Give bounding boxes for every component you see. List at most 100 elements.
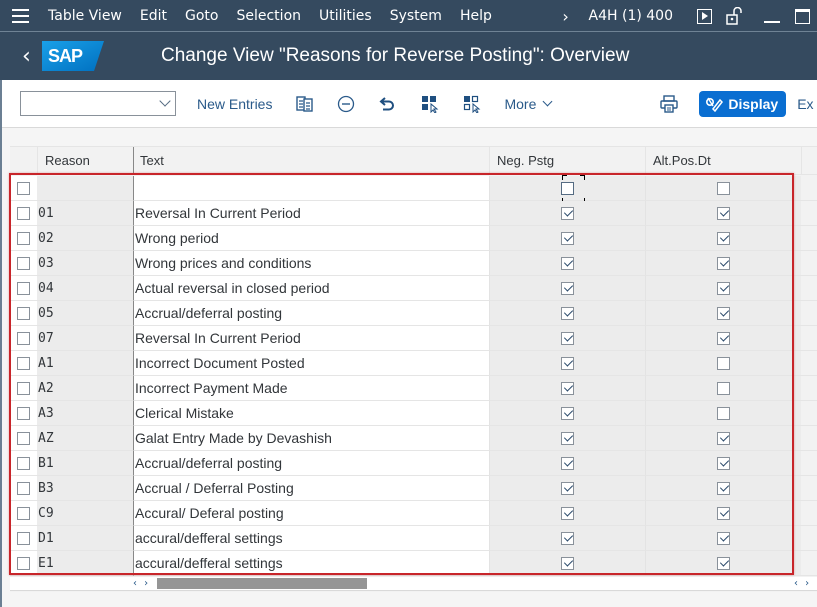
table-row[interactable]: 01 Reversal In Current Period <box>10 201 817 226</box>
table-row[interactable]: 03 Wrong prices and conditions <box>10 251 817 276</box>
text-cell[interactable]: Clerical Mistake <box>133 401 489 426</box>
reason-cell[interactable]: 05 <box>37 301 133 326</box>
text-cell[interactable]: Galat Entry Made by Devashish <box>133 426 489 451</box>
menu-utilities[interactable]: Utilities <box>311 0 380 32</box>
row-selector[interactable] <box>10 226 37 251</box>
menu-selection[interactable]: Selection <box>228 0 309 32</box>
row-selector[interactable] <box>10 201 37 226</box>
column-header-alt-pos-dt[interactable]: Alt.Pos.Dt <box>645 147 801 175</box>
alt-pos-dt-checkbox[interactable] <box>717 231 730 245</box>
neg-pstg-checkbox[interactable] <box>561 306 574 320</box>
row-select-checkbox[interactable] <box>17 556 30 570</box>
reason-cell[interactable]: B1 <box>37 451 133 476</box>
row-selector[interactable] <box>10 301 37 326</box>
alt-pos-dt-checkbox[interactable] <box>717 531 730 545</box>
exit-button[interactable]: Ex <box>797 96 813 112</box>
table-row[interactable]: A1 Incorrect Document Posted <box>10 351 817 376</box>
reason-cell[interactable]: 03 <box>37 251 133 276</box>
unlock-icon[interactable] <box>719 0 749 32</box>
minimize-icon[interactable] <box>757 0 787 32</box>
row-selector[interactable] <box>10 276 37 301</box>
neg-pstg-checkbox[interactable] <box>561 331 574 345</box>
reason-cell[interactable]: 04 <box>37 276 133 301</box>
reason-cell[interactable]: B3 <box>37 476 133 501</box>
alt-pos-dt-checkbox[interactable] <box>717 206 730 220</box>
row-select-checkbox[interactable] <box>17 181 30 195</box>
row-selector[interactable] <box>10 326 37 351</box>
row-selector[interactable] <box>10 551 37 576</box>
alt-pos-dt-checkbox[interactable] <box>717 506 730 520</box>
row-selector[interactable] <box>10 251 37 276</box>
reason-cell[interactable]: 01 <box>37 201 133 226</box>
alt-pos-dt-checkbox[interactable] <box>717 306 730 320</box>
alt-pos-dt-checkbox[interactable] <box>717 556 730 570</box>
neg-pstg-checkbox[interactable] <box>561 206 574 220</box>
row-select-checkbox[interactable] <box>17 406 30 420</box>
text-cell[interactable]: Incorrect Payment Made <box>133 376 489 401</box>
neg-pstg-checkbox[interactable] <box>561 256 574 270</box>
neg-pstg-checkbox[interactable] <box>561 531 574 545</box>
neg-pstg-checkbox[interactable] <box>561 556 574 570</box>
reason-cell[interactable]: 02 <box>37 226 133 251</box>
row-select-checkbox[interactable] <box>17 531 30 545</box>
row-select-checkbox[interactable] <box>17 206 30 220</box>
menu-goto[interactable]: Goto <box>177 0 226 32</box>
row-select-checkbox[interactable] <box>17 306 30 320</box>
reason-cell[interactable]: AZ <box>37 426 133 451</box>
row-select-checkbox[interactable] <box>17 356 30 370</box>
menu-edit[interactable]: Edit <box>132 0 175 32</box>
text-cell[interactable]: Reversal In Current Period <box>133 201 489 226</box>
text-cell[interactable]: Reversal In Current Period <box>133 326 489 351</box>
undo-icon[interactable] <box>378 94 398 114</box>
select-all-icon[interactable] <box>420 94 440 114</box>
table-row[interactable]: 05 Accrual/deferral posting <box>10 301 817 326</box>
table-row[interactable]: B1 Accrual/deferral posting <box>10 451 817 476</box>
alt-pos-dt-checkbox[interactable] <box>717 406 730 420</box>
row-select-checkbox[interactable] <box>17 431 30 445</box>
row-select-checkbox[interactable] <box>17 481 30 495</box>
play-icon[interactable] <box>689 0 719 32</box>
chevron-right-icon[interactable]: › <box>551 7 581 26</box>
neg-pstg-checkbox[interactable] <box>561 231 574 245</box>
row-select-checkbox[interactable] <box>17 456 30 470</box>
alt-pos-dt-checkbox[interactable] <box>717 456 730 470</box>
table-row[interactable]: A2 Incorrect Payment Made <box>10 376 817 401</box>
text-cell[interactable]: Accrual/deferral posting <box>133 301 489 326</box>
reason-cell[interactable]: E1 <box>37 551 133 576</box>
table-row[interactable]: AZ Galat Entry Made by Devashish <box>10 426 817 451</box>
row-select-checkbox[interactable] <box>17 506 30 520</box>
alt-pos-dt-checkbox[interactable] <box>717 431 730 445</box>
row-selector[interactable] <box>10 401 37 426</box>
table-row[interactable]: D1 accural/defferal settings <box>10 526 817 551</box>
horizontal-scrollbar[interactable]: ‹ › ‹ › <box>10 577 817 591</box>
row-selector[interactable] <box>10 501 37 526</box>
row-selector[interactable] <box>10 526 37 551</box>
row-select-checkbox[interactable] <box>17 381 30 395</box>
neg-pstg-checkbox[interactable] <box>561 181 574 195</box>
text-cell[interactable]: Actual reversal in closed period <box>133 276 489 301</box>
copy-icon[interactable] <box>294 94 314 114</box>
row-select-checkbox[interactable] <box>17 281 30 295</box>
neg-pstg-checkbox[interactable] <box>561 356 574 370</box>
text-cell[interactable] <box>133 176 489 201</box>
text-cell[interactable]: Accural/ Deferal posting <box>133 501 489 526</box>
print-icon[interactable] <box>659 94 679 114</box>
row-select-checkbox[interactable] <box>17 231 30 245</box>
reason-cell[interactable]: C9 <box>37 501 133 526</box>
menu-system[interactable]: System <box>382 0 450 32</box>
text-cell[interactable]: Incorrect Document Posted <box>133 351 489 376</box>
table-row[interactable]: 07 Reversal In Current Period <box>10 326 817 351</box>
row-selector[interactable] <box>10 351 37 376</box>
delete-icon[interactable] <box>336 94 356 114</box>
table-row[interactable]: 02 Wrong period <box>10 226 817 251</box>
column-header-text[interactable]: Text <box>133 147 489 175</box>
neg-pstg-checkbox[interactable] <box>561 506 574 520</box>
alt-pos-dt-checkbox[interactable] <box>717 331 730 345</box>
alt-pos-dt-checkbox[interactable] <box>717 181 730 195</box>
row-selector[interactable] <box>10 476 37 501</box>
text-cell[interactable]: Accrual / Deferral Posting <box>133 476 489 501</box>
display-button[interactable]: Display <box>699 90 787 117</box>
text-cell[interactable]: Accrual/deferral posting <box>133 451 489 476</box>
reason-cell[interactable]: A3 <box>37 401 133 426</box>
reason-cell[interactable] <box>37 176 133 201</box>
